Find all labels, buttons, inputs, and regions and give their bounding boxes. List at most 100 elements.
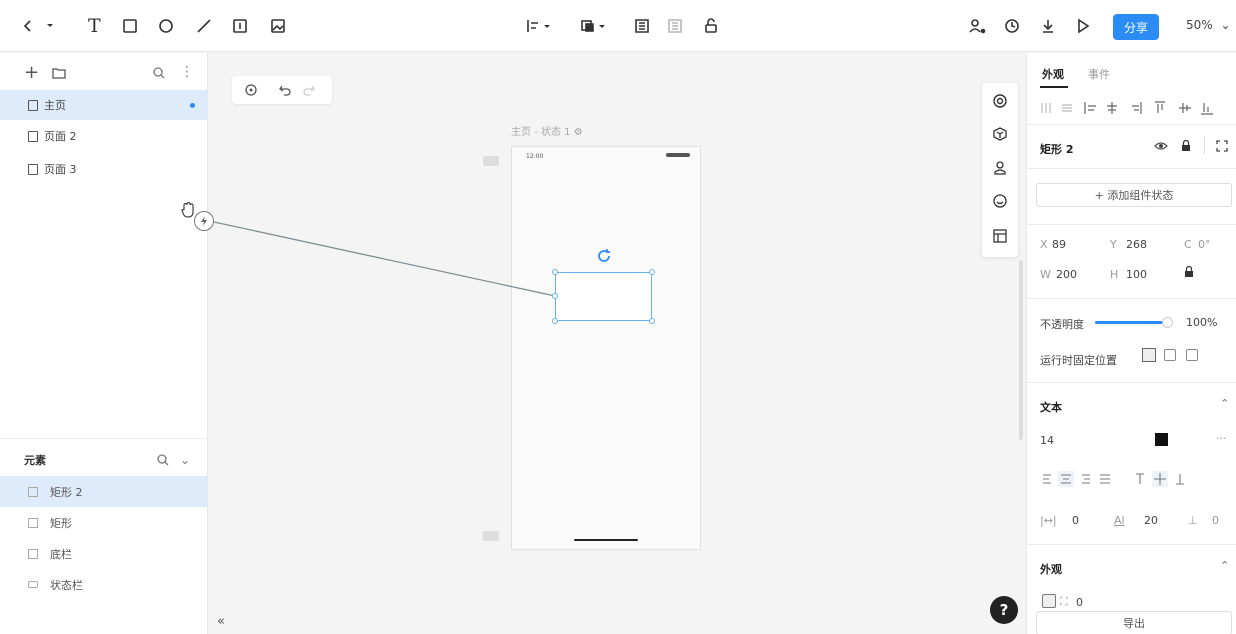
resize-handle[interactable] [649, 318, 655, 324]
add-page-icon[interactable]: + [24, 60, 39, 84]
layer-order-icon[interactable] [580, 14, 608, 38]
text-tool-icon[interactable]: T [88, 14, 101, 38]
interaction-trigger-icon[interactable] [194, 211, 214, 231]
corner-individual-icon[interactable]: ⛶ [1060, 595, 1068, 609]
settings-icon[interactable]: ⚙ [574, 127, 583, 138]
opacity-slider-knob[interactable] [1162, 317, 1173, 328]
w-input[interactable]: 200 [1056, 268, 1077, 281]
text-align-tools[interactable] [1040, 470, 1220, 488]
component-tool-icon[interactable] [232, 14, 248, 38]
opacity-value[interactable]: 100% [1186, 316, 1217, 329]
resize-handle[interactable] [552, 269, 558, 275]
page-item-home[interactable]: 主页 [0, 90, 208, 120]
align-icon[interactable] [526, 14, 552, 38]
status-bar-tag [483, 156, 499, 166]
component-icon[interactable] [992, 126, 1008, 142]
image-tool-icon[interactable] [270, 14, 286, 38]
tab-events[interactable]: 事件 [1088, 66, 1110, 82]
home-indicator [574, 539, 638, 541]
rotate-icon[interactable] [596, 248, 612, 267]
fixed-top-icon[interactable] [1164, 349, 1176, 361]
fixed-none-icon[interactable] [1142, 348, 1156, 362]
undo-icon[interactable] [278, 83, 292, 97]
h-label: H [1110, 268, 1119, 281]
search-pages-icon[interactable] [152, 61, 166, 85]
chevron-up-icon[interactable]: ⌃ [1220, 559, 1229, 572]
zoom-select[interactable]: 50% ⌄ [1186, 18, 1231, 32]
resize-handle[interactable] [552, 318, 558, 324]
ungroup-icon[interactable] [667, 14, 683, 38]
selected-rectangle[interactable] [555, 272, 652, 321]
export-button[interactable]: 导出 [1036, 611, 1232, 634]
zoom-value: 50% [1186, 18, 1213, 32]
back-menu-chevron-icon[interactable] [46, 14, 54, 38]
share-button[interactable]: 分享 [1113, 14, 1159, 40]
page-item-2[interactable]: 页面 2 [0, 121, 208, 151]
emoji-icon[interactable] [992, 193, 1008, 209]
element-label: 底栏 [50, 547, 72, 561]
search-elements-icon[interactable] [156, 448, 170, 472]
add-state-button[interactable]: + 添加组件状态 [1036, 183, 1232, 207]
corner-radius-input[interactable]: 0 [1076, 596, 1083, 609]
resize-handle[interactable] [552, 293, 558, 299]
aspect-lock-icon[interactable] [1184, 265, 1194, 281]
more-icon[interactable]: ··· [1216, 432, 1227, 445]
phone-frame[interactable]: 12:00 [511, 146, 701, 550]
target-icon[interactable] [992, 93, 1008, 109]
redo-icon[interactable] [302, 83, 316, 97]
more-vertical-icon[interactable]: ⋮ [180, 60, 194, 84]
play-icon[interactable] [1076, 14, 1090, 38]
rectangle-icon [28, 548, 38, 559]
component-name[interactable]: 矩形 2 [1040, 141, 1073, 157]
element-item[interactable]: 矩形 [0, 507, 208, 538]
text-color-swatch[interactable] [1155, 433, 1168, 446]
y-input[interactable]: 268 [1126, 238, 1147, 251]
visibility-icon[interactable] [1154, 140, 1168, 155]
history-icon[interactable] [1004, 14, 1020, 38]
lock-icon[interactable] [1180, 139, 1192, 155]
chevron-up-icon[interactable]: ⌃ [1220, 397, 1229, 410]
resize-handle[interactable] [649, 269, 655, 275]
letter-spacing-input[interactable]: 0 [1072, 514, 1079, 527]
element-item[interactable]: 底栏 [0, 538, 208, 569]
download-icon[interactable] [1040, 14, 1056, 38]
chevron-down-icon: ⌄ [1220, 18, 1231, 32]
opacity-slider-track[interactable] [1095, 321, 1165, 324]
back-icon[interactable] [22, 14, 34, 38]
target-icon[interactable] [244, 83, 258, 97]
rotation-input[interactable]: 0° [1198, 238, 1211, 251]
h-input[interactable]: 100 [1126, 268, 1147, 281]
rotation-label: C [1184, 238, 1192, 251]
help-button[interactable]: ? [990, 596, 1018, 624]
ellipse-tool-icon[interactable] [158, 14, 174, 38]
line-height-icon: Al [1114, 514, 1125, 527]
lock-icon[interactable] [703, 14, 719, 38]
page-icon [28, 130, 38, 142]
opacity-label: 不透明度 [1040, 318, 1084, 331]
align-tools[interactable] [1038, 100, 1234, 116]
chevron-down-icon[interactable]: ⌄ [180, 448, 190, 472]
font-size-input[interactable]: 14 [1040, 434, 1054, 447]
collaborator-icon[interactable] [968, 14, 986, 38]
corner-uniform-icon[interactable] [1042, 594, 1056, 608]
bottom-bar-tag [483, 531, 499, 541]
collapse-panel-icon[interactable]: « [217, 614, 225, 629]
group-icon[interactable] [634, 14, 650, 38]
expand-icon[interactable] [1216, 140, 1228, 155]
line-tool-icon[interactable] [196, 14, 212, 38]
rectangle-tool-icon[interactable] [122, 14, 138, 38]
divider [1026, 544, 1236, 545]
tab-appearance[interactable]: 外观 [1042, 66, 1064, 82]
paragraph-spacing-input[interactable]: 0 [1212, 514, 1219, 527]
fixed-bottom-icon[interactable] [1186, 349, 1198, 361]
x-input[interactable]: 89 [1052, 238, 1066, 251]
canvas-scrollbar[interactable] [1019, 260, 1023, 440]
line-height-input[interactable]: 20 [1144, 514, 1158, 527]
element-item[interactable]: 矩形 2 [0, 476, 208, 507]
layout-icon[interactable] [992, 228, 1008, 244]
divider [1026, 382, 1236, 383]
user-icon[interactable] [992, 160, 1008, 176]
page-item-3[interactable]: 页面 3 [0, 154, 208, 184]
element-item[interactable]: 状态栏 [0, 569, 208, 600]
folder-icon[interactable] [52, 61, 66, 85]
